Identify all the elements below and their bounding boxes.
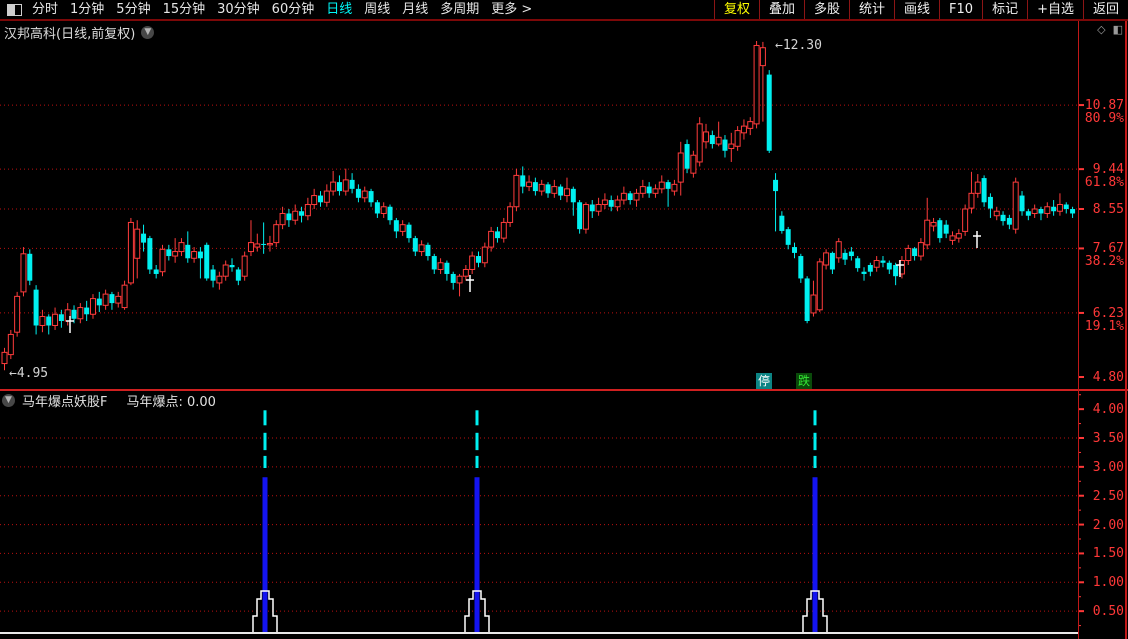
tab-period-3[interactable]: 15分钟 xyxy=(157,0,212,19)
sub-axis-value-0: 4.00 xyxy=(1092,402,1124,418)
sub-axis-value-4: 2.00 xyxy=(1092,517,1124,533)
toolbar-button-7[interactable]: +自选 xyxy=(1027,0,1083,19)
tab-period-6[interactable]: 日线 xyxy=(320,0,358,19)
chevron-down-icon[interactable]: ▼ xyxy=(2,394,15,407)
dagger-markers xyxy=(66,231,981,333)
main-axis-pct-0: 80.9% xyxy=(1084,111,1124,127)
toolbar-button-3[interactable]: 统计 xyxy=(849,0,894,19)
sub-axis-value-1: 3.50 xyxy=(1092,431,1124,446)
half-square-icon[interactable]: ◧ xyxy=(1113,24,1123,35)
toolbar-button-6[interactable]: 标记 xyxy=(982,0,1027,19)
main-chart-header: 汉邦高科(日线,前复权) ▼ xyxy=(4,23,155,42)
toolbar-button-0[interactable]: 复权 xyxy=(713,0,759,19)
tab-period-10[interactable]: 更多 > xyxy=(485,0,538,19)
tab-period-7[interactable]: 周线 xyxy=(358,0,396,19)
low-price-annotation: ←4.95 xyxy=(9,366,49,381)
tab-period-4[interactable]: 30分钟 xyxy=(211,0,266,19)
app-window: 分时 1分钟 5分钟 15分钟 30分钟 60分钟 日线 周线 月线 多周期 更多 > 复权 叠加 多股… xyxy=(0,0,1128,639)
main-axis-price-5: 4.80 xyxy=(1092,370,1124,385)
toolbar-left: 分时 1分钟 5分钟 15分钟 30分钟 60分钟 日线 周线 月线 多周期 更多 > xyxy=(0,0,538,19)
main-candles xyxy=(1,41,1076,371)
sub-axis-value-5: 1.50 xyxy=(1092,546,1124,562)
indicator-value: 马年爆点: 0.00 xyxy=(126,395,216,410)
high-price-annotation: ←12.30 xyxy=(775,38,822,53)
tab-period-5[interactable]: 60分钟 xyxy=(266,0,321,19)
event-marker-ting: 停 xyxy=(756,373,772,389)
sub-axis-value-7: 0.50 xyxy=(1092,604,1124,620)
toolbar: 分时 1分钟 5分钟 15分钟 30分钟 60分钟 日线 周线 月线 多周期 更多 > 复权 叠加 多股… xyxy=(0,0,1128,21)
tab-period-9[interactable]: 多周期 xyxy=(434,0,485,19)
panel-borders xyxy=(0,21,1128,639)
tab-period-0[interactable]: 分时 xyxy=(26,0,64,19)
corner-icons: ◇ ◧ xyxy=(1097,24,1123,35)
indicator-name[interactable]: 马年爆点妖股F xyxy=(22,391,107,410)
indicator-spikes xyxy=(248,410,832,634)
chart-canvas[interactable] xyxy=(0,0,1128,639)
tab-period-1[interactable]: 1分钟 xyxy=(64,0,110,19)
main-axis-pct-4: 19.1% xyxy=(1084,318,1124,334)
toolbar-right: 复权 叠加 多股 统计 画线 F10 标记 +自选 返回 xyxy=(713,0,1128,19)
window-split-icon[interactable] xyxy=(7,3,22,16)
toolbar-button-5[interactable]: F10 xyxy=(939,0,982,19)
gridlines xyxy=(0,104,1078,612)
sub-chart-header: ▼ 马年爆点妖股F 马年爆点: 0.00 xyxy=(2,391,216,410)
toolbar-button-2[interactable]: 多股 xyxy=(803,0,849,19)
event-marker-die: 跌 xyxy=(796,373,812,389)
toolbar-button-8[interactable]: 返回 xyxy=(1082,0,1128,19)
sub-axis-value-3: 2.50 xyxy=(1092,488,1124,504)
diamond-icon[interactable]: ◇ xyxy=(1097,24,1105,35)
sub-axis-value-2: 3.00 xyxy=(1092,459,1124,475)
tab-period-8[interactable]: 月线 xyxy=(396,0,434,19)
main-axis-pct-1: 61.8% xyxy=(1084,175,1124,191)
sub-axis-value-6: 1.00 xyxy=(1092,575,1124,591)
toolbar-button-4[interactable]: 画线 xyxy=(894,0,939,19)
stock-title: 汉邦高科(日线,前复权) xyxy=(4,27,136,42)
chevron-down-icon[interactable]: ▼ xyxy=(141,26,155,39)
tab-period-2[interactable]: 5分钟 xyxy=(110,0,156,19)
main-axis-price-2: 8.55 xyxy=(1092,202,1124,217)
main-axis-pct-3: 38.2% xyxy=(1084,254,1124,270)
toolbar-button-1[interactable]: 叠加 xyxy=(758,0,804,19)
